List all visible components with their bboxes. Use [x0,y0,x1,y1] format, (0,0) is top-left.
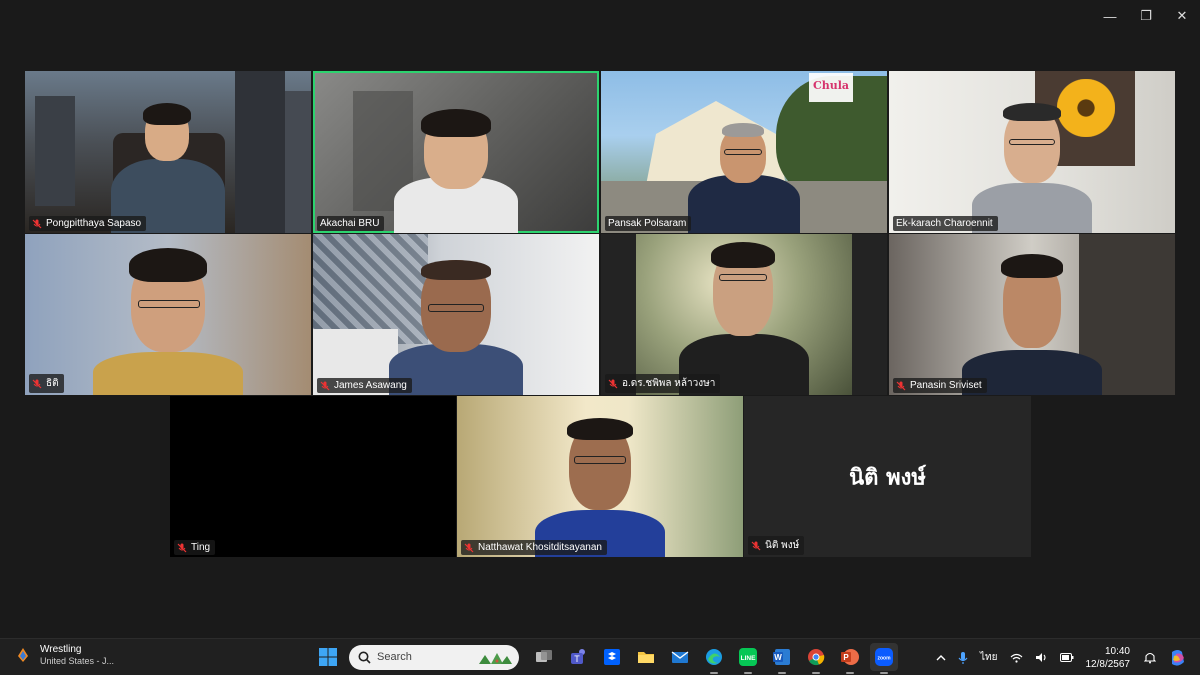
muted-mic-icon [608,379,618,388]
wifi-icon[interactable] [1010,653,1023,663]
teams-icon[interactable]: T [564,643,592,671]
participant-name: Ek-karach Charoennit [896,218,993,229]
taskbar-apps: T LINE W P zoom [311,643,901,674]
participant-name: Natthawat Khositditsayanan [478,542,602,553]
taskbar-search[interactable] [349,644,519,670]
clock-date: 12/8/2567 [1085,658,1131,670]
powerpoint-icon[interactable]: P [836,643,864,674]
widget-subtitle: United States - J... [40,656,115,666]
video-tile-ek-karach[interactable]: Ek-karach Charoennit [889,71,1175,233]
taskbar: Wrestling United States - J... T [0,638,1200,675]
edge-icon[interactable] [700,643,728,674]
video-tile-panasin[interactable]: Panasin Sriviset [889,234,1175,395]
participant-name-tag: Ek-karach Charoennit [893,216,998,231]
weather-widget[interactable]: Wrestling United States - J... [14,644,114,666]
svg-text:W: W [774,653,782,662]
video-tile-ting[interactable]: Ting [170,396,456,557]
restore-button[interactable]: ❐ [1128,0,1164,32]
video-tile-pongpitthaya[interactable]: Pongpitthaya Sapaso [25,71,311,233]
chevron-up-icon[interactable] [936,654,946,662]
participant-name-tag: James Asawang [317,378,412,393]
participant-name: Panasin Sriviset [910,380,982,391]
clock[interactable]: 10:40 12/8/2567 [1086,645,1131,671]
search-icon [358,651,371,664]
line-icon[interactable]: LINE [734,643,762,674]
svg-text:zoom: zoom [877,656,891,662]
participant-name: Pongpitthaya Sapaso [46,218,142,229]
word-icon[interactable]: W [768,643,796,674]
svg-text:P: P [843,653,849,662]
participant-name-tag: นิติ พงษ์ [748,536,805,555]
news-widget-icon [18,648,28,662]
windows-start-icon[interactable] [314,643,342,671]
task-view-icon[interactable] [530,643,558,671]
microphone-icon[interactable] [958,651,968,665]
muted-mic-icon [32,219,42,228]
svg-text:LINE: LINE [741,655,756,662]
muted-mic-icon [177,543,187,552]
participant-display-name: นิติ พงษ์ [849,464,926,490]
search-input[interactable] [377,651,477,663]
search-highlight-icon [479,652,512,664]
system-tray: ไทย 10:40 12/8/2567 [930,639,1200,675]
participant-name-tag: Pongpitthaya Sapaso [29,216,147,231]
chrome-icon[interactable] [802,643,830,674]
participant-name: นิติ พงษ์ [765,540,800,551]
participant-name: Akachai BRU [320,218,380,229]
close-button[interactable]: ✕ [1164,0,1200,32]
participant-name: James Asawang [334,380,407,391]
participant-name-tag: Panasin Sriviset [893,378,987,393]
video-tile-natthawat[interactable]: Natthawat Khositditsayanan [457,396,743,557]
video-tile-pansak[interactable]: Chula Pansak Polsaram [601,71,887,233]
participant-name-tag: Akachai BRU [317,216,385,231]
participant-name-tag: Ting [174,540,216,555]
video-tile-chapiphon[interactable]: อ.ดร.ชพิพล หล้าวงษา [601,234,887,395]
volume-icon[interactable] [1035,652,1048,663]
participant-name-tag: ธิติ [29,374,64,393]
participant-name: อ.ดร.ชพิพล หล้าวงษา [622,378,716,389]
video-tile-thiti[interactable]: ธิติ [25,234,311,395]
participant-name-tag: Pansak Polsaram [605,216,692,231]
svg-text:T: T [574,654,580,664]
video-tile-akachai[interactable]: Akachai BRU [313,71,599,233]
chula-logo: Chula [808,73,853,102]
file-explorer-icon[interactable] [632,643,660,671]
minimize-button[interactable]: — [1092,0,1128,32]
window-controls: — ❐ ✕ [1092,0,1200,32]
dropbox-icon[interactable] [598,643,626,671]
copilot-icon[interactable] [1168,648,1188,668]
input-language[interactable]: ไทย [980,650,997,665]
mail-icon[interactable] [666,643,694,671]
muted-mic-icon [896,381,906,390]
battery-icon[interactable] [1059,653,1074,662]
participant-name: Ting [191,542,211,553]
video-tile-james[interactable]: James Asawang [313,234,599,395]
participant-name-tag: Natthawat Khositditsayanan [461,540,607,555]
muted-mic-icon [320,381,330,390]
muted-mic-icon [751,541,761,550]
video-tile-niti[interactable]: นิติ พงษ์ นิติ พงษ์ [744,396,1031,557]
clock-time: 10:40 [1104,645,1130,657]
muted-mic-icon [32,379,42,388]
notification-bell-icon[interactable] [1144,651,1156,664]
widget-title: Wrestling [40,644,82,655]
participant-name: Pansak Polsaram [608,218,687,229]
zoom-icon[interactable]: zoom [870,643,898,674]
muted-mic-icon [464,543,474,552]
participant-name: ธิติ [46,378,59,389]
participant-name-tag: อ.ดร.ชพิพล หล้าวงษา [605,374,721,393]
